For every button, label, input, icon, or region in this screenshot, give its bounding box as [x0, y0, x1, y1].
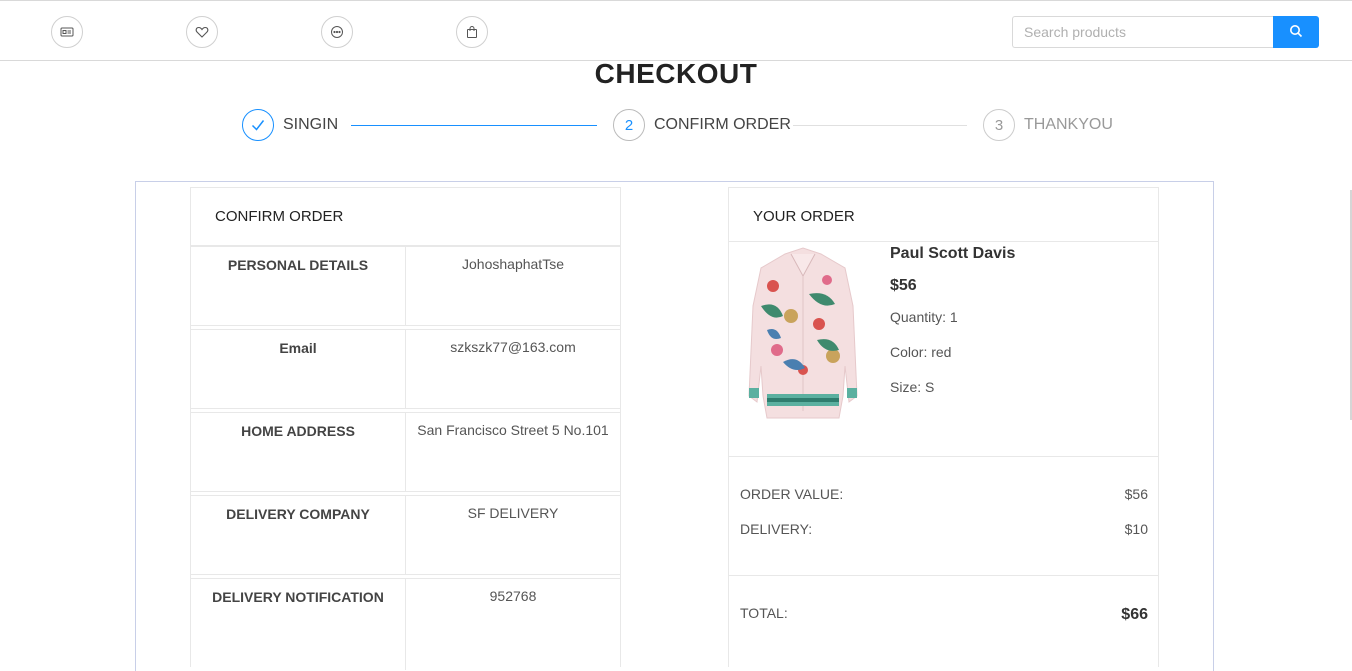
step-connector [793, 125, 967, 126]
step-signin: SINGIN [242, 109, 338, 141]
step-label: THANKYOU [1024, 116, 1113, 133]
row-label: HOME ADDRESS [191, 413, 406, 491]
step-number: 2 [613, 109, 645, 141]
step-label: CONFIRM ORDER [654, 116, 791, 133]
shopping-bag-icon[interactable] [456, 16, 488, 48]
row-value: 952768 [489, 588, 537, 604]
delivery-value: $10 [1124, 521, 1148, 537]
step-label: SINGIN [283, 116, 339, 133]
row-label: PERSONAL DETAILS [191, 247, 406, 325]
delivery-label: DELIVERY: [740, 521, 813, 537]
product-color: Color: red [890, 344, 952, 360]
table-row: PERSONAL DETAILS JohoshaphatTse [191, 246, 620, 326]
card-title: YOUR ORDER [729, 188, 870, 242]
top-navigation-bar [0, 0, 1352, 61]
product-quantity: Quantity: 1 [890, 309, 958, 325]
step-confirm-order: 2 CONFIRM ORDER [613, 109, 791, 141]
total-value: $66 [1121, 606, 1148, 623]
table-row: HOME ADDRESS San Francisco Street 5 No.1… [191, 412, 620, 492]
confirm-order-card: CONFIRM ORDER PERSONAL DETAILS Johoshaph… [190, 187, 621, 670]
row-value: JohoshaphatTse [462, 256, 564, 272]
row-label: Email [191, 330, 406, 408]
table-row: DELIVERY NOTIFICATION 952768 [191, 578, 620, 670]
step-thankyou: 3 THANKYOU [983, 109, 1113, 141]
product-price: $56 [890, 277, 917, 294]
product-search [1012, 16, 1319, 48]
checkmark-icon [242, 109, 274, 141]
card-title: CONFIRM ORDER [191, 188, 620, 246]
divider [870, 241, 1158, 242]
row-value: SF DELIVERY [467, 505, 559, 521]
table-row: Email szkszk77@163.com [191, 329, 620, 409]
step-number: 3 [983, 109, 1015, 141]
product-name: Paul Scott Davis [890, 245, 1016, 262]
search-input[interactable] [1012, 16, 1273, 48]
row-label: DELIVERY NOTIFICATION [191, 579, 406, 670]
product-image [747, 246, 859, 428]
divider [729, 456, 1158, 457]
row-label: DELIVERY COMPANY [191, 496, 406, 574]
table-row: DELIVERY COMPANY SF DELIVERY [191, 495, 620, 575]
page-title: CHECKOUT [594, 58, 758, 89]
row-value: szkszk77@163.com [450, 339, 576, 355]
heart-icon[interactable] [186, 16, 218, 48]
id-card-icon[interactable] [51, 16, 83, 48]
order-value: $56 [1124, 486, 1148, 502]
search-button[interactable] [1273, 16, 1319, 48]
product-size: Size: S [890, 379, 935, 395]
message-icon[interactable] [321, 16, 353, 48]
total-label: TOTAL: [740, 605, 788, 621]
search-icon [1289, 24, 1303, 41]
step-connector [351, 125, 597, 126]
order-value-label: ORDER VALUE: [740, 486, 844, 502]
divider [729, 575, 1158, 576]
your-order-card: YOUR ORDER Paul Scott Davis $56 Quantity [728, 187, 1159, 667]
row-value: San Francisco Street 5 No.101 [417, 422, 609, 438]
